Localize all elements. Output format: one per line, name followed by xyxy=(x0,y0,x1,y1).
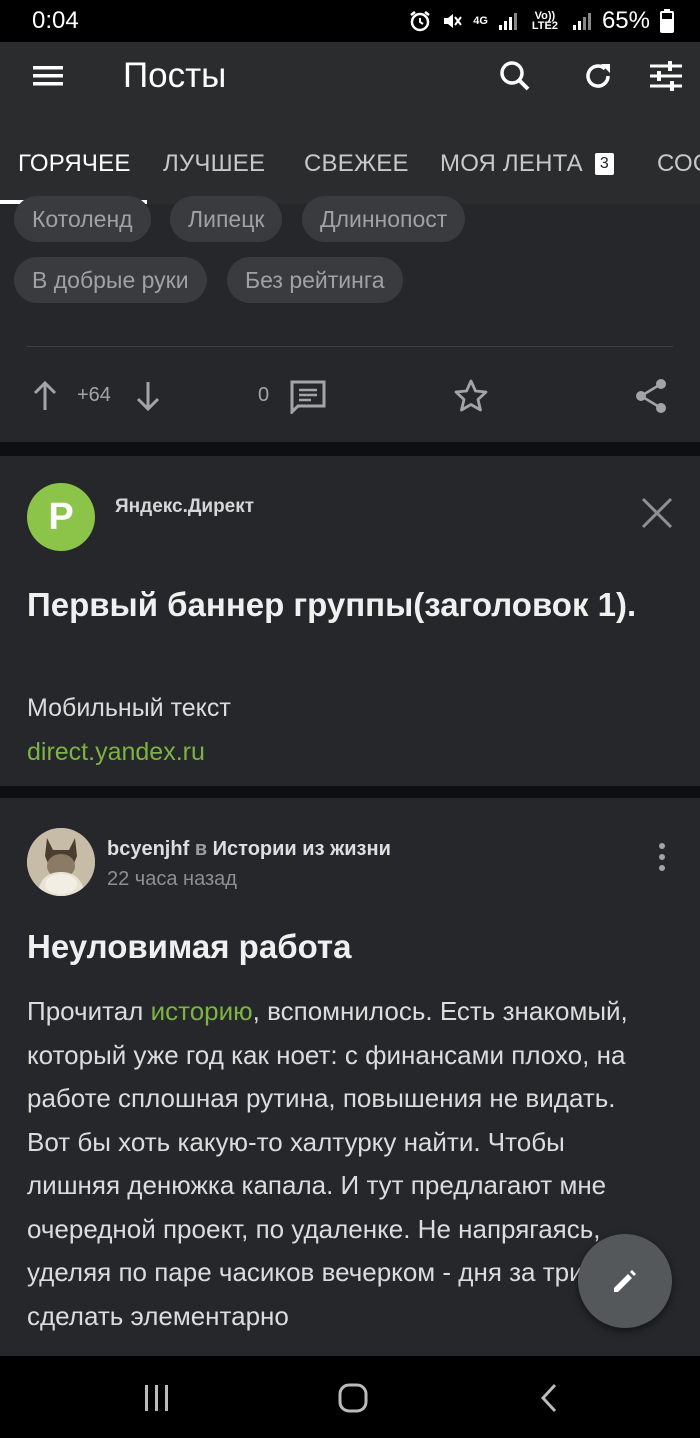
save-button[interactable] xyxy=(453,378,489,414)
page-title: Посты xyxy=(123,56,227,95)
post-body: Прочитал историю, вспомнилось. Есть знак… xyxy=(27,990,647,1338)
comments-button[interactable] xyxy=(290,380,326,414)
tab-hot[interactable]: ГОРЯЧЕЕ xyxy=(18,150,131,178)
tab-my-feed-label: МОЯ ЛЕНТА xyxy=(440,150,583,177)
comments-count: 0 xyxy=(258,384,270,406)
tab-my-feed[interactable]: МОЯ ЛЕНТА 3 xyxy=(440,150,615,178)
tab-best[interactable]: ЛУЧШЕЕ xyxy=(163,150,265,178)
divider xyxy=(27,346,673,347)
battery-icon xyxy=(660,9,674,33)
ad-title: Первый баннер группы(заголовок 1). xyxy=(27,586,637,623)
star-icon xyxy=(454,379,488,412)
ad-logo: P xyxy=(27,483,95,551)
share-icon xyxy=(636,379,666,413)
tag-chip[interactable]: Без рейтинга xyxy=(227,257,403,303)
author-name[interactable]: bcyenjhf xyxy=(107,838,189,860)
ad-card[interactable]: P Яндекс.Директ Первый баннер группы(заг… xyxy=(0,456,700,786)
author-in: в xyxy=(194,838,208,860)
mute-icon xyxy=(444,14,463,28)
avatar[interactable] xyxy=(27,828,95,896)
signal-icon xyxy=(498,13,517,30)
post-time: 22 часа назад xyxy=(107,868,237,890)
system-nav-bar xyxy=(0,1356,700,1438)
back-button[interactable] xyxy=(527,1376,571,1420)
filter-icon[interactable] xyxy=(646,56,686,96)
post-title[interactable]: Неуловимая работа xyxy=(27,928,351,966)
status-time: 0:04 xyxy=(32,7,79,34)
alarm-icon xyxy=(410,11,431,32)
tab-communities[interactable]: СОО xyxy=(657,150,700,178)
network-4g-label: 4G xyxy=(473,15,488,27)
comment-icon xyxy=(290,380,326,414)
close-ad-button[interactable] xyxy=(640,496,674,535)
recent-apps-button[interactable] xyxy=(135,1376,179,1420)
post-author-line: bcyenjhf в Истории из жизни xyxy=(107,838,391,861)
home-button[interactable] xyxy=(331,1376,375,1420)
downvote-button[interactable] xyxy=(135,380,161,412)
tag-chip[interactable]: В добрые руки xyxy=(14,257,207,303)
more-vertical-icon xyxy=(659,843,665,871)
app-bar: Посты ГОРЯЧЕЕ ЛУЧШЕЕ СВЕЖЕЕ МОЯ ЛЕНТА 3 С… xyxy=(0,42,700,204)
tab-fresh[interactable]: СВЕЖЕЕ xyxy=(304,150,409,178)
rating-value: +64 xyxy=(77,384,111,406)
community-name[interactable]: Истории из жизни xyxy=(213,838,391,860)
status-bar: 0:04 4G Vo)) LTE2 65% xyxy=(0,0,700,42)
share-button[interactable] xyxy=(634,378,668,414)
home-icon xyxy=(338,1383,368,1413)
arrow-down-icon xyxy=(136,382,160,412)
search-icon[interactable] xyxy=(495,56,535,96)
prev-post-card: Котоленд Липецк Длиннопост В добрые руки… xyxy=(0,196,700,442)
tag-chip[interactable]: Длиннопост xyxy=(302,196,466,242)
post-body-start: Прочитал xyxy=(27,996,151,1026)
arrow-up-icon xyxy=(33,380,57,410)
ad-text: Мобильный текст xyxy=(27,694,231,722)
ad-source: Яндекс.Директ xyxy=(115,496,255,517)
refresh-icon[interactable] xyxy=(578,56,618,96)
back-icon xyxy=(540,1383,557,1413)
pencil-icon xyxy=(614,1270,636,1292)
signal-icon-2 xyxy=(572,13,591,30)
post-body-rest: , вспомнилось. Есть знакомый, который уж… xyxy=(27,996,628,1331)
tab-bar: ГОРЯЧЕЕ ЛУЧШЕЕ СВЕЖЕЕ МОЯ ЛЕНТА 3 СОО xyxy=(0,138,700,204)
upvote-button[interactable] xyxy=(32,380,58,412)
network-lte-label: Vo)) LTE2 xyxy=(531,10,558,32)
tag-chip[interactable]: Котоленд xyxy=(14,196,151,242)
battery-percent: 65% xyxy=(601,7,650,34)
ad-link[interactable]: direct.yandex.ru xyxy=(27,738,205,767)
close-icon xyxy=(641,497,673,529)
post-body-link[interactable]: историю xyxy=(151,996,253,1026)
menu-icon[interactable] xyxy=(28,56,68,96)
tag-chip[interactable]: Липецк xyxy=(170,196,283,242)
create-post-button[interactable] xyxy=(578,1234,672,1328)
recents-icon xyxy=(145,1385,168,1411)
post-menu-button[interactable] xyxy=(652,842,672,877)
tab-badge: 3 xyxy=(594,153,615,175)
status-icons: 4G Vo)) LTE2 65% xyxy=(409,7,674,35)
